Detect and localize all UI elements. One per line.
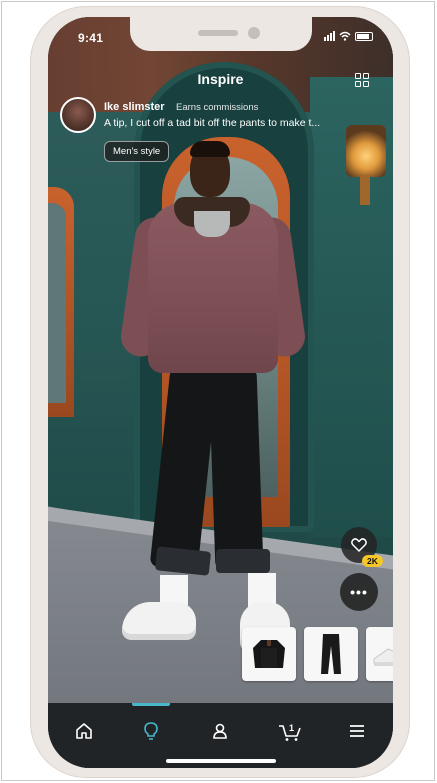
right-cuff (216, 549, 270, 573)
sneaker-thumbnail-icon (373, 648, 393, 666)
tab-menu[interactable] (345, 719, 369, 743)
post-caption[interactable]: A tip, I cut off a tad bit off the pants… (104, 117, 382, 129)
product-jacket[interactable] (242, 627, 296, 681)
page-title: Inspire (197, 71, 244, 87)
speaker (198, 30, 238, 36)
tab-inspire[interactable] (139, 719, 163, 743)
system-icons (324, 31, 373, 41)
active-tab-indicator (132, 703, 170, 706)
creator-avatar[interactable] (60, 97, 96, 133)
product-sneaker[interactable] (366, 627, 393, 681)
account-icon (213, 723, 227, 739)
cart-icon: 1 (279, 723, 301, 741)
product-pants[interactable] (304, 627, 358, 681)
category-chip[interactable]: Men's style (104, 141, 170, 162)
hair (190, 141, 230, 157)
home-icon (76, 723, 92, 739)
left-sneaker (122, 602, 196, 640)
creator-info: Ike slimster Earns commissions A tip, I … (60, 97, 382, 137)
cart-count: 1 (289, 723, 294, 733)
app-screen: 9:41 Inspire Ike slimster Earns commissi… (48, 17, 393, 768)
pants-thumbnail-icon (321, 634, 341, 674)
earns-commissions-label: Earns commissions (176, 102, 259, 113)
wifi-icon (339, 31, 351, 41)
status-bar: 9:41 (48, 17, 393, 61)
home-indicator[interactable] (166, 759, 276, 763)
tab-account[interactable] (208, 719, 232, 743)
like-count-badge: 2K (362, 555, 383, 567)
right-pant-leg (208, 368, 264, 570)
tab-cart[interactable]: 1 (276, 719, 304, 743)
product-carousel[interactable] (242, 627, 393, 681)
inspire-bulb-icon (144, 722, 158, 740)
more-options-button[interactable]: ••• (340, 573, 378, 611)
grid-view-icon[interactable] (355, 73, 369, 87)
menu-icon (350, 725, 364, 737)
signal-icon (324, 31, 335, 41)
left-pant-leg (149, 367, 219, 571)
battery-icon (355, 31, 373, 41)
left-sock (160, 575, 188, 605)
left-cuff (154, 546, 212, 576)
creator-name[interactable]: Ike slimster (104, 101, 165, 113)
status-time: 9:41 (78, 31, 104, 45)
ellipsis-icon: ••• (350, 584, 368, 600)
front-camera (248, 27, 260, 39)
jacket-thumbnail-icon (253, 640, 285, 668)
tab-home[interactable] (72, 719, 96, 743)
tshirt (194, 211, 230, 237)
phone-frame: 9:41 Inspire Ike slimster Earns commissi… (30, 6, 410, 778)
heart-icon (351, 538, 367, 552)
